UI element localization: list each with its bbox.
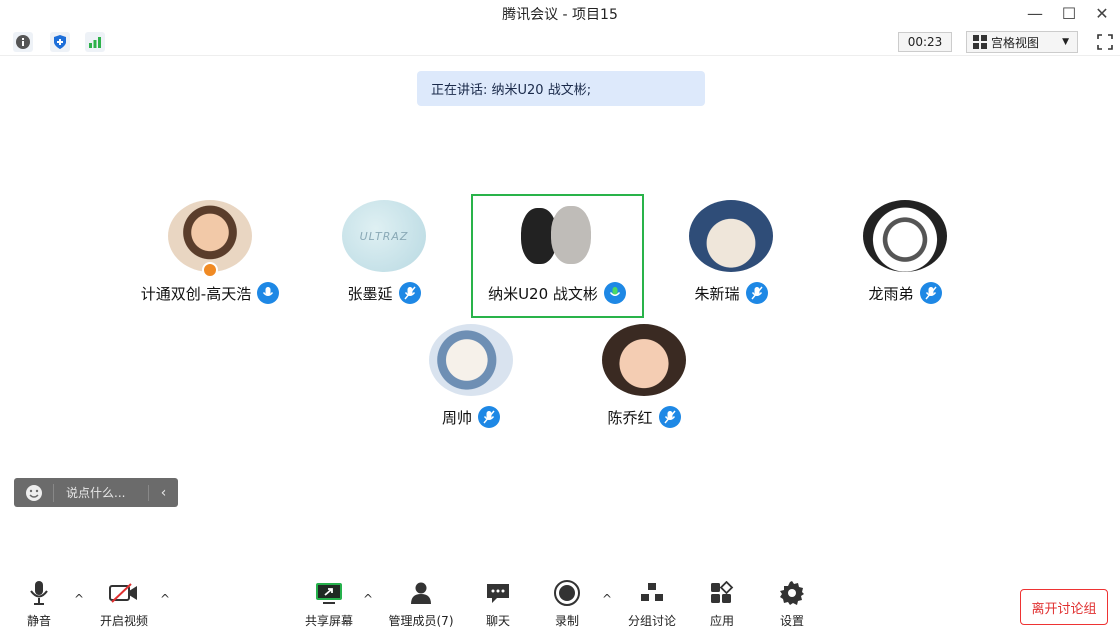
record-label: 录制 — [554, 614, 579, 628]
participant-name: 陈乔红 — [607, 408, 653, 427]
mute-label: 静音 — [26, 614, 51, 628]
participant-tile[interactable]: 纳米U20 战文彬 — [472, 200, 642, 320]
share-screen-button[interactable]: 共享屏幕 — [297, 578, 361, 630]
maximize-button[interactable]: ☐ — [1058, 2, 1080, 24]
settings-label: 设置 — [779, 614, 804, 628]
participant-tile[interactable]: ULTRAZ 张墨延 — [299, 200, 469, 320]
info-icon[interactable] — [13, 32, 33, 52]
participant-tile[interactable]: 朱新瑞 — [646, 200, 816, 320]
video-options-chevron-icon[interactable]: ^ — [157, 592, 173, 606]
record-icon — [551, 578, 583, 608]
participant-tile[interactable]: 计通双创-高天浩 — [125, 200, 295, 320]
view-mode-dropdown[interactable]: 宫格视图 ▼ — [966, 31, 1078, 53]
breakout-button[interactable]: 分组讨论 — [620, 578, 684, 630]
microphone-muted-icon — [398, 282, 421, 304]
fullscreen-icon — [1097, 34, 1113, 50]
video-label: 开启视频 — [99, 614, 148, 628]
avatar — [429, 324, 513, 396]
apps-button[interactable]: 应用 — [690, 578, 754, 630]
shield-icon[interactable] — [50, 32, 70, 52]
emoji-icon[interactable] — [14, 483, 54, 502]
avatar — [863, 200, 947, 272]
breakout-label: 分组讨论 — [627, 614, 676, 628]
chevron-down-icon: ▼ — [1062, 37, 1069, 47]
chat-button[interactable]: 聊天 — [466, 578, 530, 630]
participant-name: 张墨延 — [347, 284, 393, 303]
participant-name: 龙雨弟 — [868, 284, 914, 303]
mute-options-chevron-icon[interactable]: ^ — [71, 592, 87, 606]
members-icon — [405, 578, 437, 608]
participant-name: 纳米U20 战文彬 — [488, 284, 598, 303]
view-mode-label: 宫格视图 — [991, 35, 1040, 50]
record-button[interactable]: 录制 — [535, 578, 599, 630]
avatar — [689, 200, 773, 272]
participant-tile[interactable]: 陈乔红 — [559, 324, 729, 444]
chat-placeholder[interactable]: 说点什么... — [54, 484, 148, 501]
title-bar: 腾讯会议 - 项目15 — ☐ ✕ — [0, 0, 1120, 26]
participant-name: 朱新瑞 — [694, 284, 740, 303]
fullscreen-button[interactable] — [1094, 31, 1116, 53]
participant-tile[interactable]: 周帅 — [386, 324, 556, 444]
share-screen-icon — [313, 578, 345, 608]
chat-icon — [482, 578, 514, 608]
avatar: ULTRAZ — [342, 200, 426, 272]
bottom-control-bar: 静音 ^ 开启视频 ^ 共享屏幕 ^ 管理成员(7) 聊天 录制 ^ 分组讨论 … — [0, 578, 1120, 630]
share-label: 共享屏幕 — [304, 614, 353, 628]
breakout-icon — [636, 578, 668, 608]
gear-icon — [776, 578, 808, 608]
microphone-muted-icon — [658, 406, 681, 428]
chat-label: 聊天 — [485, 614, 510, 628]
participant-tile[interactable]: 龙雨弟 — [820, 200, 990, 320]
meeting-toolbar — [0, 28, 1120, 56]
settings-button[interactable]: 设置 — [760, 578, 824, 630]
meeting-timer: 00:23 — [898, 32, 952, 52]
host-badge-icon — [202, 262, 218, 278]
minimize-button[interactable]: — — [1024, 2, 1046, 24]
close-button[interactable]: ✕ — [1091, 2, 1113, 24]
avatar-text: ULTRAZ — [359, 229, 409, 243]
apps-label: 应用 — [709, 614, 734, 628]
record-options-chevron-icon[interactable]: ^ — [599, 592, 615, 606]
microphone-icon — [23, 578, 55, 608]
start-video-button[interactable]: 开启视频 — [92, 578, 156, 630]
avatar — [602, 324, 686, 396]
video-off-icon — [108, 578, 140, 608]
manage-members-button[interactable]: 管理成员(7) — [386, 578, 456, 630]
microphone-muted-icon — [745, 282, 768, 304]
window-title: 腾讯会议 - 项目15 — [502, 7, 618, 23]
members-label: 管理成员(7) — [388, 614, 454, 628]
signal-strength-icon[interactable] — [85, 32, 105, 52]
share-options-chevron-icon[interactable]: ^ — [360, 592, 376, 606]
collapse-chevron-icon[interactable]: ‹ — [148, 484, 178, 501]
microphone-speaking-icon — [603, 282, 626, 304]
chat-input-bar[interactable]: 说点什么... ‹ — [14, 478, 178, 507]
leave-breakout-button[interactable]: 离开讨论组 — [1020, 589, 1108, 625]
microphone-icon — [257, 282, 280, 304]
microphone-muted-icon — [919, 282, 942, 304]
microphone-muted-icon — [478, 406, 500, 428]
grid-icon — [973, 35, 987, 49]
apps-icon — [706, 578, 738, 608]
speaking-indicator: 正在讲话: 纳米U20 战文彬; — [417, 71, 705, 106]
participant-name: 周帅 — [441, 408, 472, 427]
avatar — [515, 200, 599, 272]
mute-button[interactable]: 静音 — [7, 578, 71, 630]
participant-name: 计通双创-高天浩 — [140, 284, 252, 303]
